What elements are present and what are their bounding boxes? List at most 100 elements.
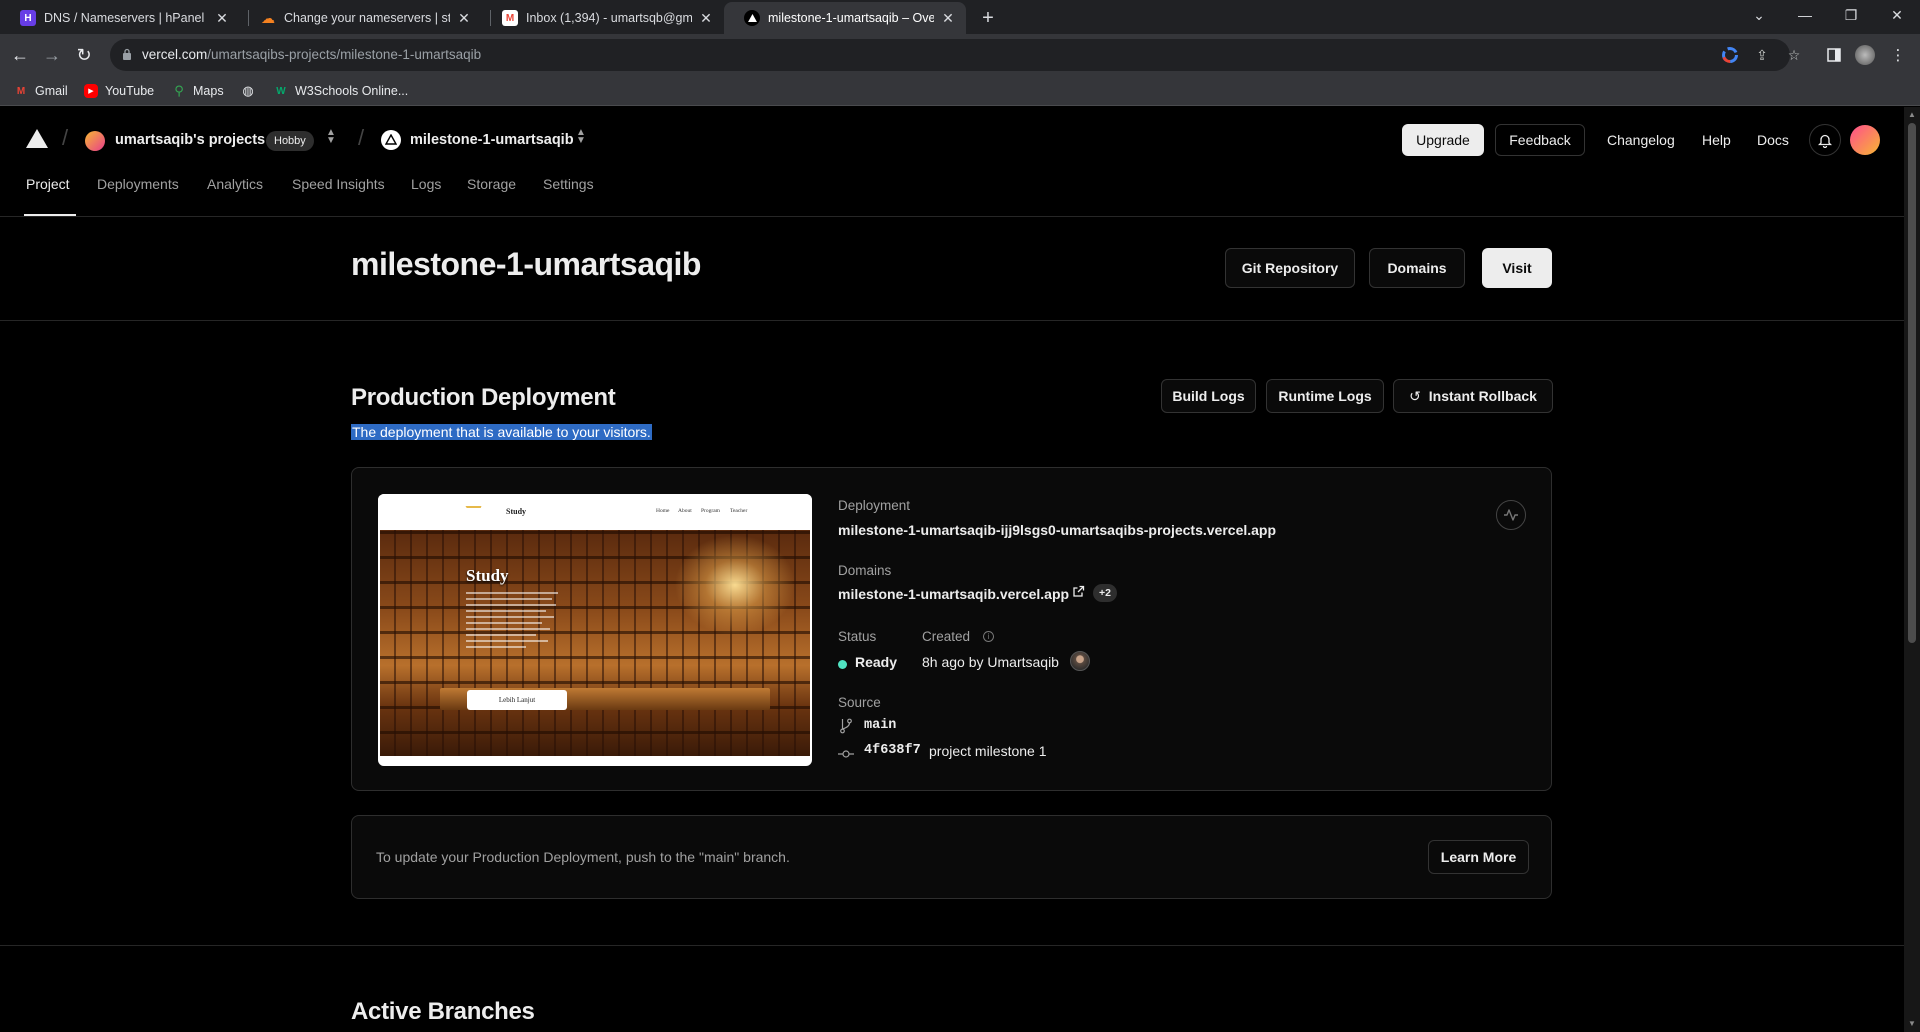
close-icon[interactable]: ✕ bbox=[214, 10, 230, 26]
bookmark-w3schools[interactable]: W W3Schools Online... bbox=[274, 82, 408, 100]
address-bar[interactable]: vercel.com/umartsaqibs-projects/mileston… bbox=[110, 39, 1800, 71]
learn-more-button[interactable]: Learn More bbox=[1428, 840, 1529, 874]
team-avatar[interactable] bbox=[85, 131, 105, 151]
bookmark-maps[interactable]: ⚲ Maps bbox=[172, 82, 223, 100]
preview-body-text bbox=[466, 592, 566, 652]
team-name[interactable]: umartsaqib's projects bbox=[115, 132, 265, 148]
commit-message: project milestone 1 bbox=[929, 743, 1047, 759]
tab-speed-insights[interactable]: Speed Insights bbox=[292, 176, 385, 192]
status-value: Ready bbox=[855, 654, 898, 670]
help-link[interactable]: Help bbox=[1702, 132, 1731, 148]
visit-button[interactable]: Visit bbox=[1482, 248, 1552, 288]
git-repository-button[interactable]: Git Repository bbox=[1225, 248, 1355, 288]
close-icon[interactable]: ✕ bbox=[456, 10, 472, 26]
maps-icon: ⚲ bbox=[174, 83, 184, 98]
preview-hero-title: Study bbox=[466, 566, 509, 585]
active-branches-title: Active Branches bbox=[351, 998, 535, 1025]
bookmarks-bar: M Gmail ▶ YouTube ⚲ Maps ◍ W W3Schools O… bbox=[0, 76, 1920, 106]
restore-icon[interactable]: ❐ bbox=[1836, 4, 1866, 26]
profile-avatar-icon[interactable] bbox=[1853, 43, 1877, 67]
deployment-preview[interactable]: Study Home About Program Teacher Study L… bbox=[378, 494, 812, 766]
tab-project[interactable]: Project bbox=[26, 176, 70, 192]
more-domains-badge[interactable]: +2 bbox=[1093, 584, 1117, 602]
notifications-bell-icon[interactable] bbox=[1809, 124, 1841, 156]
gmail-icon: M bbox=[16, 85, 26, 97]
status-indicator bbox=[838, 660, 847, 669]
page-title: milestone-1-umartsaqib bbox=[351, 246, 701, 282]
created-value: 8h ago by Umartsaqib bbox=[922, 654, 1059, 670]
bookmark-gmail[interactable]: M Gmail bbox=[14, 82, 68, 100]
section-divider bbox=[0, 945, 1904, 946]
tab-title: Change your nameservers | stud bbox=[284, 11, 450, 25]
back-icon[interactable]: ← bbox=[8, 43, 32, 67]
share-icon[interactable]: ⇪ bbox=[1754, 47, 1770, 63]
forward-icon[interactable]: → bbox=[40, 43, 64, 67]
project-switcher-icon[interactable]: ▲ ▼ bbox=[575, 128, 587, 149]
runtime-logs-button[interactable]: Runtime Logs bbox=[1266, 379, 1384, 413]
new-tab-button[interactable]: + bbox=[976, 6, 1000, 30]
preview-nav-link: Home bbox=[656, 508, 670, 514]
active-tab-indicator bbox=[24, 214, 76, 216]
bookmark-star-icon[interactable]: ☆ bbox=[1786, 47, 1802, 63]
window-close-icon[interactable]: ✕ bbox=[1882, 4, 1912, 26]
info-icon[interactable]: i bbox=[983, 631, 994, 642]
tab-storage[interactable]: Storage bbox=[467, 176, 516, 192]
project-name[interactable]: milestone-1-umartsaqib bbox=[410, 132, 574, 148]
cloudflare-icon: ☁ bbox=[261, 9, 275, 26]
minimize-icon[interactable]: — bbox=[1790, 4, 1820, 26]
preview-logo-icon bbox=[462, 506, 482, 514]
more-menu-icon[interactable]: ⋮ bbox=[1886, 43, 1910, 67]
user-avatar[interactable] bbox=[1850, 125, 1880, 155]
globe-icon: ◍ bbox=[242, 83, 254, 98]
close-icon[interactable]: ✕ bbox=[940, 10, 956, 26]
scrollbar-thumb[interactable] bbox=[1908, 123, 1916, 643]
tab-settings[interactable]: Settings bbox=[543, 176, 594, 192]
build-logs-button[interactable]: Build Logs bbox=[1161, 379, 1256, 413]
scroll-up-icon[interactable]: ▲ bbox=[1907, 110, 1917, 120]
browser-tab[interactable]: H DNS / Nameservers | hPanel ✕ bbox=[0, 2, 240, 34]
tab-title: DNS / Nameservers | hPanel bbox=[44, 11, 205, 25]
commit-hash[interactable]: 4f638f7 bbox=[864, 743, 921, 758]
vercel-icon bbox=[744, 10, 760, 26]
domain-link[interactable]: milestone-1-umartsaqib.vercel.app bbox=[838, 586, 1069, 602]
bookmark-youtube[interactable]: ▶ YouTube bbox=[84, 82, 154, 100]
docs-link[interactable]: Docs bbox=[1757, 132, 1789, 148]
reload-icon[interactable]: ↻ bbox=[72, 43, 96, 67]
lock-icon bbox=[123, 48, 131, 60]
browser-tab[interactable]: ☁ Change your nameservers | stud ✕ bbox=[240, 2, 482, 34]
tab-analytics[interactable]: Analytics bbox=[207, 176, 263, 192]
instant-rollback-button[interactable]: ↺ Instant Rollback bbox=[1393, 379, 1553, 413]
side-panel-icon[interactable] bbox=[1822, 43, 1846, 67]
breadcrumb-separator: / bbox=[62, 125, 69, 150]
upgrade-button[interactable]: Upgrade bbox=[1402, 124, 1484, 156]
team-switcher-icon[interactable]: ▲ ▼ bbox=[325, 128, 337, 149]
bookmark-globe[interactable]: ◍ bbox=[241, 82, 262, 100]
changelog-link[interactable]: Changelog bbox=[1607, 132, 1675, 148]
browser-tab[interactable]: M Inbox (1,394) - umartsqb@gmail ✕ bbox=[482, 2, 724, 34]
external-link-icon[interactable] bbox=[1072, 585, 1086, 599]
tab-title: milestone-1-umartsaqib – Overv bbox=[768, 11, 934, 25]
preview-cta-button: Lebih Lanjut bbox=[467, 690, 567, 710]
feedback-button[interactable]: Feedback bbox=[1495, 124, 1585, 156]
domains-button[interactable]: Domains bbox=[1369, 248, 1465, 288]
tab-logs[interactable]: Logs bbox=[411, 176, 441, 192]
tab-deployments[interactable]: Deployments bbox=[97, 176, 179, 192]
tab-title: Inbox (1,394) - umartsqb@gmail bbox=[526, 11, 692, 25]
preview-brand: Study bbox=[506, 507, 527, 516]
activity-icon[interactable] bbox=[1496, 500, 1526, 530]
deployment-url-link[interactable]: milestone-1-umartsaqib-ijj9lsgs0-umartsa… bbox=[838, 522, 1276, 538]
preview-hero-image bbox=[380, 530, 810, 756]
scroll-down-icon[interactable]: ▼ bbox=[1907, 1019, 1917, 1029]
tab-search-icon[interactable]: ⌄ bbox=[1744, 4, 1774, 26]
page-scrollbar[interactable]: ▲ ▼ bbox=[1904, 107, 1920, 1032]
update-notice-card: To update your Production Deployment, pu… bbox=[351, 815, 1552, 899]
production-deployment-description: The deployment that is available to your… bbox=[351, 424, 652, 440]
google-lens-icon[interactable] bbox=[1722, 47, 1738, 63]
close-icon[interactable]: ✕ bbox=[698, 10, 714, 26]
branch-name[interactable]: main bbox=[864, 718, 896, 733]
creator-avatar bbox=[1070, 651, 1090, 671]
project-icon[interactable] bbox=[381, 130, 401, 150]
browser-tab-active[interactable]: milestone-1-umartsaqib – Overv ✕ bbox=[724, 2, 966, 34]
production-deployment-title: Production Deployment bbox=[351, 384, 616, 411]
vercel-logo-icon[interactable] bbox=[26, 129, 48, 149]
